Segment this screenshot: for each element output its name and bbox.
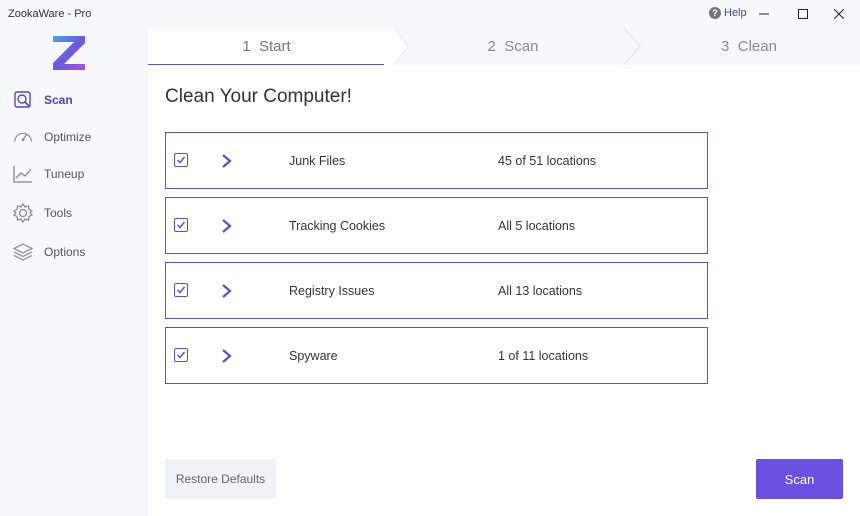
step-number: 1 [242,37,251,55]
sidebar-item-label: Tools [44,206,73,220]
item-label: Tracking Cookies [289,219,386,233]
list-item: Spyware 1 of 11 locations [165,327,708,384]
list-item: Registry Issues All 13 locations [165,262,708,319]
restore-defaults-button[interactable]: Restore Defaults [165,459,276,499]
step-start: 1 Start [148,28,385,65]
step-progress-bar: 1 Start 2 Scan 3 Clean [148,28,860,65]
step-label: Clean [737,38,777,55]
item-locations: 1 of 11 locations [498,349,589,363]
title-bar: ZookaWare - Pro ? Help [0,0,860,28]
app-title: ZookaWare - Pro [8,8,92,20]
minimize-icon[interactable] [752,3,776,25]
item-label: Registry Issues [289,284,375,298]
page-title: Clean Your Computer! [165,86,352,107]
zookaware-logo [51,34,87,72]
chevron-right-icon[interactable] [220,348,234,364]
list-item: Tracking Cookies All 5 locations [165,197,708,254]
item-label: Spyware [289,349,338,363]
chart-line-icon [12,163,34,185]
sidebar-item-label: Scan [44,93,73,107]
item-checkbox[interactable] [174,283,188,297]
item-checkbox[interactable] [174,218,188,232]
sidebar-item-tuneup[interactable]: Tuneup [12,162,84,186]
scan-button[interactable]: Scan [756,459,843,499]
checkmark-icon [176,286,186,294]
item-locations: All 5 locations [498,219,576,233]
sidebar-item-label: Tuneup [44,167,85,181]
sidebar-item-label: Optimize [44,130,92,144]
step-label: Start [259,37,291,55]
item-locations: All 13 locations [498,284,583,298]
item-locations: 45 of 51 locations [498,154,596,168]
maximize-icon[interactable] [791,3,815,25]
chevron-right-icon[interactable] [220,283,234,299]
chevron-right-icon[interactable] [220,153,234,169]
checkmark-icon [176,351,186,359]
sidebar: Scan Optimize Tuneup Tools Options [0,28,148,516]
sidebar-item-label: Options [44,245,86,259]
step-clean: 3 Clean [638,28,860,65]
close-icon[interactable] [827,3,851,25]
step-number: 2 [487,38,496,55]
item-checkbox[interactable] [174,153,188,167]
scan-icon [12,89,34,111]
item-checkbox[interactable] [174,348,188,362]
layers-icon [12,241,34,263]
step-number: 3 [721,38,730,55]
chevron-right-icon[interactable] [220,218,234,234]
speedometer-icon [12,126,34,148]
sidebar-item-optimize[interactable]: Optimize [12,125,91,149]
gear-icon [12,202,34,224]
step-label: Scan [504,38,539,55]
checkmark-icon [176,221,186,229]
help-link[interactable]: ? Help [709,7,747,19]
sidebar-item-scan[interactable]: Scan [12,88,73,112]
sidebar-item-tools[interactable]: Tools [12,201,72,225]
item-label: Junk Files [289,154,346,168]
checkmark-icon [176,156,186,164]
help-label: Help [724,7,747,19]
sidebar-item-options[interactable]: Options [12,240,85,264]
list-item: Junk Files 45 of 51 locations [165,132,708,189]
help-icon: ? [709,7,721,19]
step-scan: 2 Scan [403,28,623,65]
